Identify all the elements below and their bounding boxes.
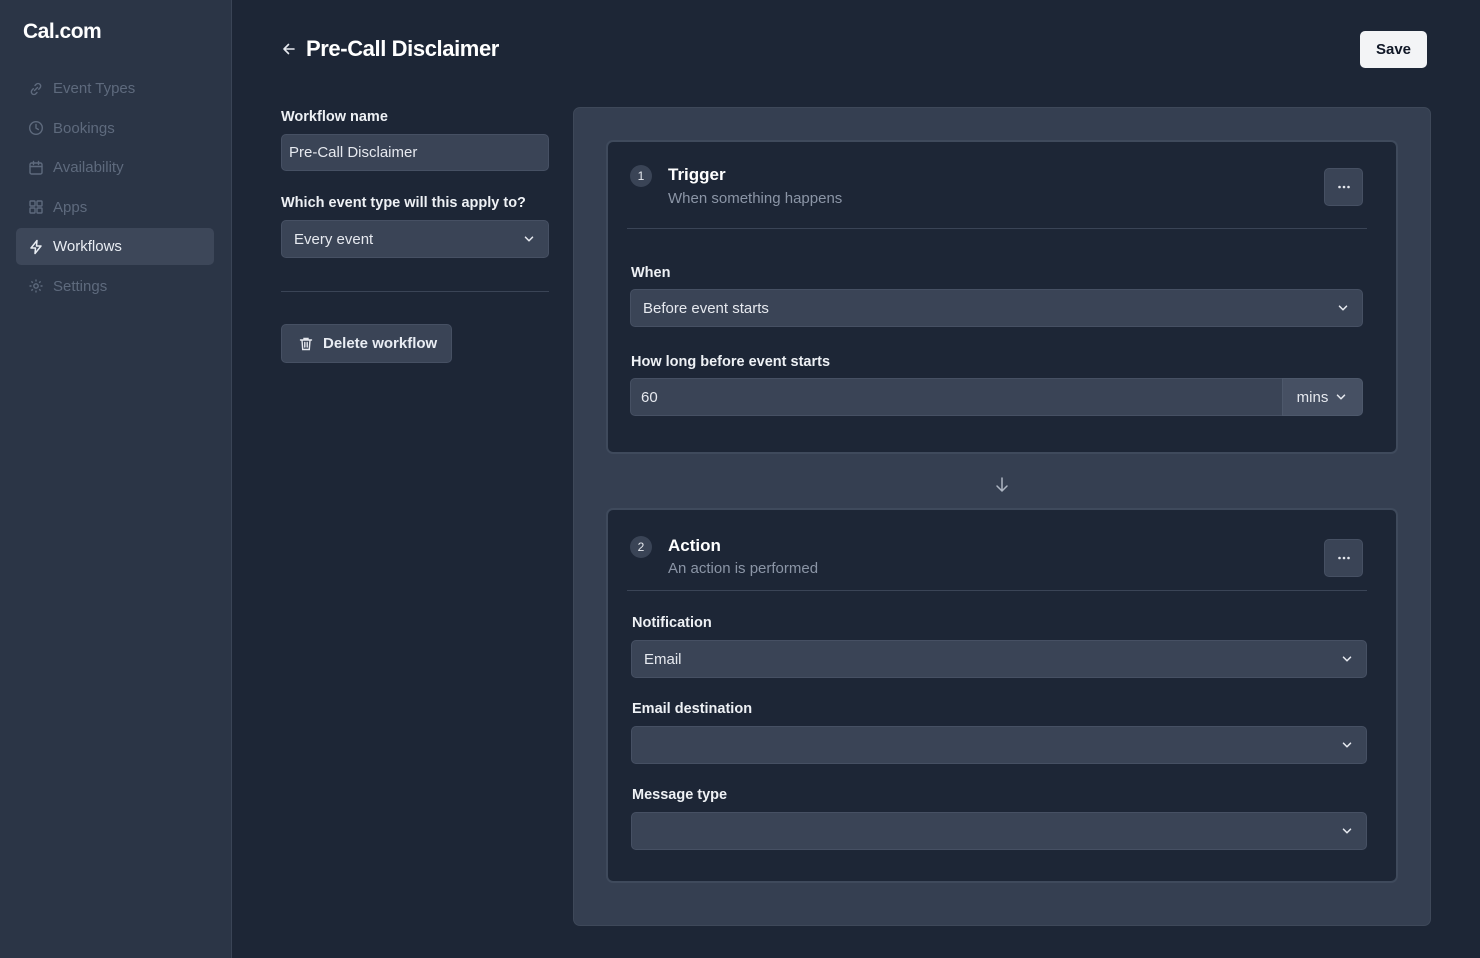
trigger-more-button[interactable]: [1324, 168, 1363, 206]
event-type-label: Which event type will this apply to?: [281, 195, 526, 211]
email-destination-select[interactable]: [631, 726, 1367, 764]
sidebar-item-label: Apps: [53, 198, 88, 216]
section-divider: [281, 291, 549, 292]
sidebar-item-event-types[interactable]: Event Types: [16, 70, 214, 107]
card-divider: [627, 228, 1367, 229]
when-label: When: [631, 265, 671, 281]
sidebar-item-apps[interactable]: Apps: [16, 189, 214, 226]
step-number: 1: [630, 165, 652, 187]
chevron-down-icon: [1342, 828, 1352, 834]
email-destination-label: Email destination: [632, 701, 753, 717]
notification-label: Notification: [632, 615, 712, 631]
duration-unit-select[interactable]: mins: [1282, 378, 1363, 416]
more-horizontal-icon: [1337, 556, 1350, 560]
chevron-down-icon: [1338, 305, 1348, 311]
sidebar-item-label: Availability: [53, 159, 124, 176]
delete-workflow-button[interactable]: Delete workflow: [281, 324, 452, 363]
notification-value: Email: [644, 650, 682, 668]
sidebar-item-availability[interactable]: Availability: [16, 149, 214, 186]
duration-input[interactable]: [630, 378, 1283, 416]
clock-icon: [28, 120, 44, 136]
event-type-value: Every event: [294, 230, 374, 248]
action-title: Action: [668, 536, 721, 555]
chevron-down-icon: [1337, 394, 1346, 400]
workflow-name-label: Workflow name: [281, 109, 388, 125]
save-button[interactable]: Save: [1360, 31, 1427, 68]
message-type-label: Message type: [632, 787, 728, 803]
workflow-settings: Workflow name Which event type will this…: [281, 106, 549, 363]
when-select[interactable]: Before event starts: [630, 289, 1363, 327]
notification-select[interactable]: Email: [631, 640, 1367, 678]
step-number: 2: [630, 536, 652, 558]
sidebar-item-label: Settings: [53, 277, 108, 295]
arrow-down-icon: [996, 477, 1008, 492]
gear-icon: [28, 278, 44, 294]
message-type-select[interactable]: [631, 812, 1367, 850]
link-icon: [28, 81, 44, 97]
action-more-button[interactable]: [1324, 539, 1363, 577]
event-type-select[interactable]: Every event: [281, 220, 549, 258]
card-divider: [627, 590, 1367, 591]
calendar-icon: [28, 160, 44, 176]
duration-unit-value: mins: [1296, 388, 1329, 406]
trigger-subtitle: When something happens: [668, 190, 843, 207]
delete-workflow-label: Delete workflow: [323, 335, 438, 352]
chevron-down-icon: [1342, 742, 1352, 748]
more-horizontal-icon: [1337, 185, 1350, 189]
grid-icon: [28, 199, 44, 215]
trash-icon: [299, 337, 313, 350]
arrow-left-icon[interactable]: [281, 41, 297, 57]
page-title: Pre-Call Disclaimer: [306, 36, 499, 61]
sidebar-item-label: Event Types: [53, 80, 136, 97]
page-header: Pre-Call Disclaimer: [281, 36, 499, 62]
sidebar-item-bookings[interactable]: Bookings: [16, 110, 214, 147]
chevron-down-icon: [1342, 656, 1352, 662]
sidebar-item-settings[interactable]: Settings: [16, 268, 214, 305]
when-value: Before event starts: [643, 299, 769, 317]
lightning-icon: [28, 239, 44, 255]
workflow-name-input[interactable]: [281, 134, 549, 171]
sidebar-item-label: Workflows: [53, 238, 122, 255]
trigger-title: Trigger: [668, 165, 726, 184]
action-subtitle: An action is performed: [668, 560, 819, 577]
chevron-down-icon: [524, 236, 534, 242]
sidebar-item-label: Bookings: [53, 119, 115, 137]
duration-label: How long before event starts: [631, 354, 831, 370]
sidebar-item-workflows[interactable]: Workflows: [16, 228, 214, 265]
sidebar: Cal.com Event Types Bookings Availabilit…: [0, 0, 232, 958]
app-logo[interactable]: Cal.com: [23, 20, 102, 44]
sidebar-nav: Event Types Bookings Availability Apps W…: [16, 70, 214, 307]
